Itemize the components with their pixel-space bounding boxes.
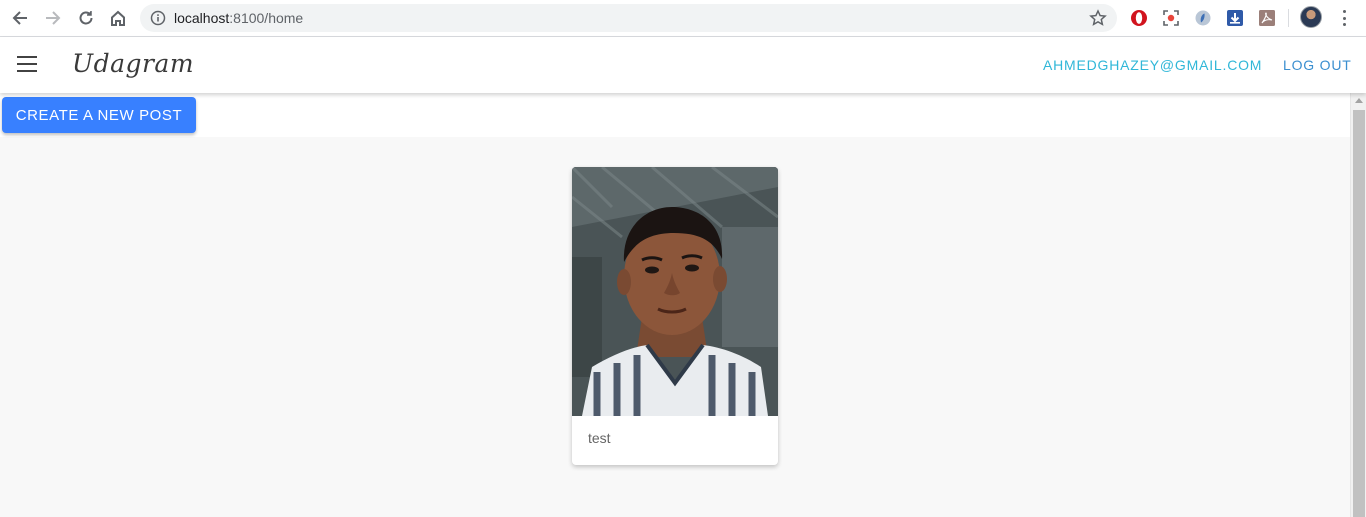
home-icon[interactable] [106, 6, 130, 30]
url-path: :8100/home [229, 10, 304, 26]
more-menu-icon[interactable] [1336, 8, 1352, 28]
toolbar-divider [1288, 9, 1289, 27]
create-post-button[interactable]: CREATE A NEW POST [2, 97, 196, 133]
extension-icon[interactable] [1193, 8, 1213, 28]
scroll-up-arrow-icon[interactable] [1355, 98, 1363, 103]
scrollbar-thumb[interactable] [1353, 110, 1365, 517]
post-caption: test [588, 430, 611, 446]
url-host: localhost [174, 10, 230, 26]
profile-avatar[interactable] [1300, 6, 1322, 28]
screenshot-icon[interactable] [1161, 8, 1181, 28]
brand-title: Udagram [72, 49, 195, 78]
reload-icon[interactable] [74, 6, 98, 30]
user-email-link[interactable]: AHMEDGHAZEY@GMAIL.COM [1043, 57, 1262, 73]
logout-button[interactable]: LOG OUT [1283, 57, 1352, 73]
pdf-icon[interactable] [1257, 8, 1277, 28]
opera-icon[interactable] [1129, 8, 1149, 28]
back-arrow-icon[interactable] [8, 6, 32, 30]
forward-arrow-icon[interactable] [41, 6, 65, 30]
address-bar[interactable]: localhost:8100/home [140, 4, 1117, 32]
url-text: localhost:8100/home [174, 10, 303, 26]
page-scrollbar[interactable] [1350, 93, 1366, 517]
feed-card[interactable]: test [572, 167, 778, 465]
star-icon[interactable] [1089, 9, 1107, 27]
info-icon[interactable] [150, 10, 166, 26]
download-icon[interactable] [1225, 8, 1245, 28]
browser-toolbar: localhost:8100/home [0, 0, 1366, 37]
post-image [572, 167, 778, 416]
hamburger-menu-icon[interactable] [17, 56, 37, 72]
main-content: CREATE A NEW POST test [0, 93, 1350, 517]
app-header: Udagram AHMEDGHAZEY@GMAIL.COM LOG OUT [0, 37, 1366, 93]
